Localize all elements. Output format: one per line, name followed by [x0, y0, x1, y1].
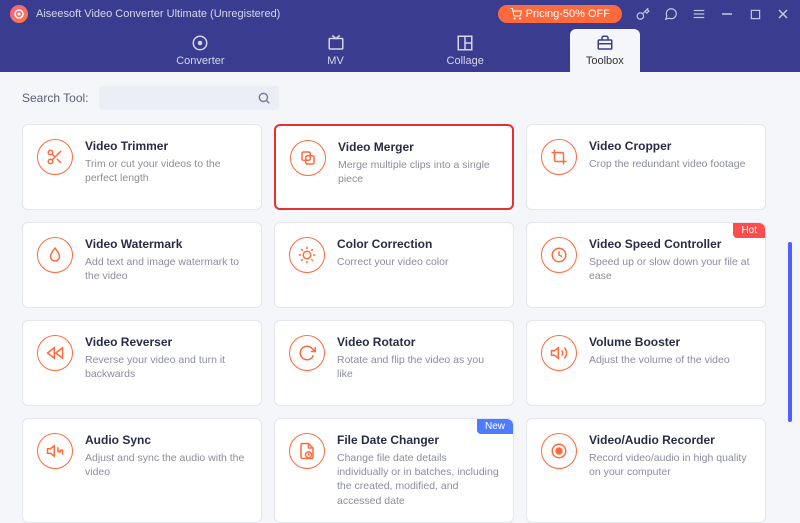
tool-card-date[interactable]: NewFile Date Changer Change file date det…: [274, 418, 514, 523]
tool-desc: Crop the redundant video footage: [589, 157, 751, 171]
minimize-button[interactable]: [720, 7, 734, 21]
watermark-icon: [37, 237, 73, 273]
tab-converter[interactable]: Converter: [160, 29, 240, 72]
app-logo-icon: [10, 5, 28, 23]
tool-desc: Reverse your video and turn it backwards: [85, 353, 247, 381]
tool-text: Video Speed Controller Speed up or slow d…: [589, 237, 751, 293]
app-title: Aiseesoft Video Converter Ultimate (Unre…: [36, 8, 280, 20]
record-icon: [541, 433, 577, 469]
tool-desc: Adjust the volume of the video: [589, 353, 751, 367]
tool-desc: Speed up or slow down your file at ease: [589, 255, 751, 283]
tool-title: Video Reverser: [85, 335, 247, 349]
tool-text: Video Rotator Rotate and flip the video a…: [337, 335, 499, 391]
tool-desc: Merge multiple clips into a single piece: [338, 158, 498, 186]
pricing-label: Pricing-50% OFF: [526, 8, 610, 20]
tool-card-crop[interactable]: Video Cropper Crop the redundant video fo…: [526, 124, 766, 210]
tool-title: Video Merger: [338, 140, 498, 154]
tab-label: Converter: [176, 55, 224, 67]
tool-title: Volume Booster: [589, 335, 751, 349]
search-label: Search Tool:: [22, 91, 89, 105]
pricing-button[interactable]: Pricing-50% OFF: [498, 5, 622, 23]
content-area: Search Tool: Video Trimmer Trim or cut yo…: [0, 72, 800, 506]
toolbox-icon: [596, 34, 614, 52]
tool-text: Color Correction Correct your video color: [337, 237, 499, 293]
color-icon: [289, 237, 325, 273]
search-box[interactable]: [99, 86, 279, 110]
tool-card-scissors[interactable]: Video Trimmer Trim or cut your videos to …: [22, 124, 262, 210]
search-icon[interactable]: [257, 91, 271, 105]
tool-text: Video Trimmer Trim or cut your videos to …: [85, 139, 247, 195]
tool-desc: Add text and image watermark to the vide…: [85, 255, 247, 283]
tool-title: Video Watermark: [85, 237, 247, 251]
tool-text: Video Merger Merge multiple clips into a …: [338, 140, 498, 194]
speed-icon: [541, 237, 577, 273]
tool-title: Video Rotator: [337, 335, 499, 349]
tab-label: Collage: [447, 55, 484, 67]
tab-toolbox[interactable]: Toolbox: [570, 29, 640, 72]
tool-text: Video Watermark Add text and image waterm…: [85, 237, 247, 293]
scissors-icon: [37, 139, 73, 175]
feedback-icon[interactable]: [664, 7, 678, 21]
tool-card-watermark[interactable]: Video Watermark Add text and image waterm…: [22, 222, 262, 308]
reverse-icon: [37, 335, 73, 371]
tool-text: Video Cropper Crop the redundant video fo…: [589, 139, 751, 195]
tool-card-merge[interactable]: Video Merger Merge multiple clips into a …: [274, 124, 514, 210]
key-icon[interactable]: [636, 7, 650, 21]
main-tabs: Converter MV Collage Toolbox: [0, 28, 800, 72]
rotate-icon: [289, 335, 325, 371]
mv-icon: [327, 34, 345, 52]
tool-desc: Adjust and sync the audio with the video: [85, 451, 247, 479]
tool-title: File Date Changer: [337, 433, 499, 447]
maximize-button[interactable]: [748, 7, 762, 21]
close-button[interactable]: [776, 7, 790, 21]
tool-text: Video Reverser Reverse your video and tur…: [85, 335, 247, 391]
tab-label: MV: [327, 55, 344, 67]
tool-desc: Correct your video color: [337, 255, 499, 269]
volume-icon: [541, 335, 577, 371]
search-input[interactable]: [107, 92, 257, 104]
tool-text: Volume Booster Adjust the volume of the v…: [589, 335, 751, 391]
badge-new: New: [477, 419, 513, 434]
crop-icon: [541, 139, 577, 175]
window-controls: [636, 7, 790, 21]
tool-title: Video Trimmer: [85, 139, 247, 153]
tool-card-reverse[interactable]: Video Reverser Reverse your video and tur…: [22, 320, 262, 406]
tool-title: Video/Audio Recorder: [589, 433, 751, 447]
date-icon: [289, 433, 325, 469]
tool-grid: Video Trimmer Trim or cut your videos to …: [22, 124, 778, 523]
collage-icon: [456, 34, 474, 52]
search-row: Search Tool:: [22, 86, 778, 110]
converter-icon: [191, 34, 209, 52]
tab-mv[interactable]: MV: [311, 29, 361, 72]
tool-card-sync[interactable]: Audio Sync Adjust and sync the audio with…: [22, 418, 262, 523]
tool-title: Video Cropper: [589, 139, 751, 153]
sync-icon: [37, 433, 73, 469]
tool-card-speed[interactable]: HotVideo Speed Controller Speed up or slo…: [526, 222, 766, 308]
tool-card-volume[interactable]: Volume Booster Adjust the volume of the v…: [526, 320, 766, 406]
tool-text: File Date Changer Change file date detail…: [337, 433, 499, 508]
tool-card-color[interactable]: Color Correction Correct your video color: [274, 222, 514, 308]
tool-desc: Change file date details individually or…: [337, 451, 499, 508]
tool-desc: Rotate and flip the video as you like: [337, 353, 499, 381]
tool-desc: Record video/audio in high quality on yo…: [589, 451, 751, 479]
badge-hot: Hot: [733, 223, 765, 238]
tool-card-rotate[interactable]: Video Rotator Rotate and flip the video a…: [274, 320, 514, 406]
merge-icon: [290, 140, 326, 176]
tool-card-record[interactable]: Video/Audio Recorder Record video/audio i…: [526, 418, 766, 523]
cart-icon: [510, 8, 522, 20]
tab-label: Toolbox: [586, 55, 624, 67]
titlebar: Aiseesoft Video Converter Ultimate (Unre…: [0, 0, 800, 28]
tool-text: Video/Audio Recorder Record video/audio i…: [589, 433, 751, 508]
tab-collage[interactable]: Collage: [431, 29, 500, 72]
tool-title: Audio Sync: [85, 433, 247, 447]
tool-title: Video Speed Controller: [589, 237, 751, 251]
scrollbar-thumb[interactable]: [788, 242, 792, 422]
tool-text: Audio Sync Adjust and sync the audio with…: [85, 433, 247, 508]
menu-icon[interactable]: [692, 7, 706, 21]
tool-title: Color Correction: [337, 237, 499, 251]
tool-desc: Trim or cut your videos to the perfect l…: [85, 157, 247, 185]
